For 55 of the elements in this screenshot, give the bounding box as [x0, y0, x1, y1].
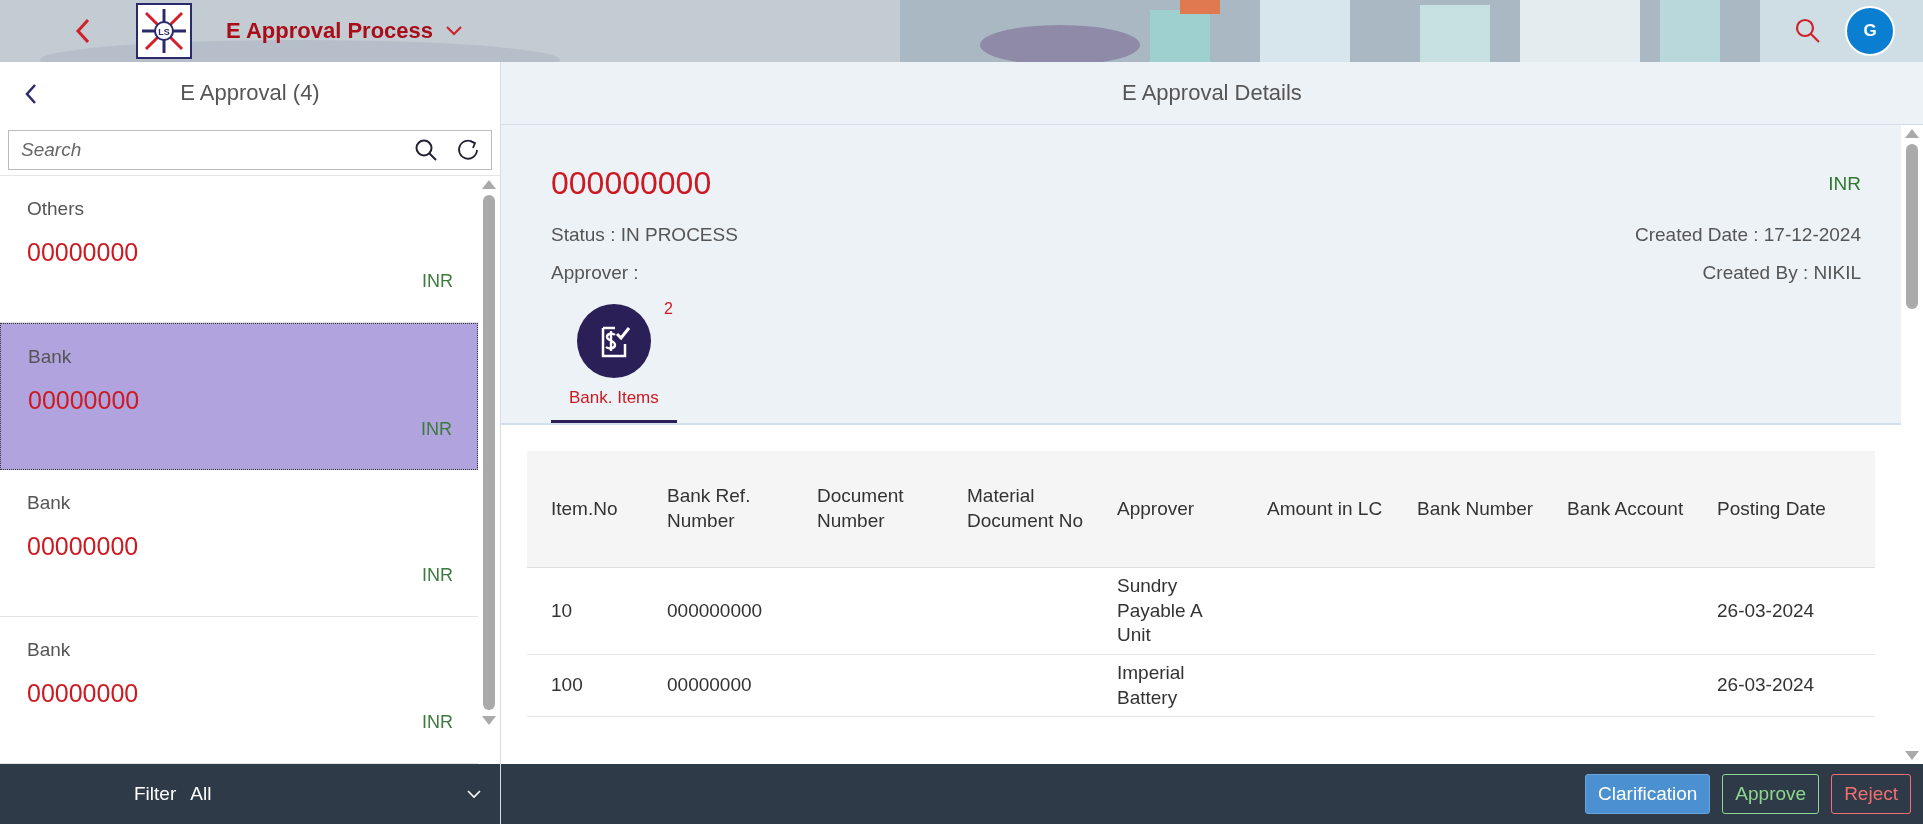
table-cell: 26-03-2024: [1717, 674, 1815, 696]
column-header: Posting Date: [1717, 497, 1826, 519]
column-header: Approver: [1117, 497, 1195, 519]
column-header: Bank Ref. Number: [667, 485, 751, 531]
logo-icon: LS: [136, 3, 192, 59]
created-date: Created Date : 17-12-2024: [1634, 224, 1861, 246]
table-cell: 10: [551, 599, 573, 621]
column-header: Material Document No: [967, 485, 1084, 531]
items-tab[interactable]: 2 Bank. Items: [551, 304, 677, 423]
item-category: Bank: [28, 346, 73, 368]
table-cell: 26-03-2024: [1717, 599, 1815, 621]
item-category: Others: [27, 198, 86, 220]
receipt-check-icon: [576, 304, 651, 378]
app-title-menu[interactable]: E Approval Process: [222, 14, 468, 48]
caret-icon: [445, 25, 464, 37]
list-title: E Approval (4): [180, 80, 320, 106]
search-icon[interactable]: [414, 138, 438, 162]
detail-title: E Approval Details: [1122, 80, 1302, 106]
currency: INR: [1828, 172, 1861, 195]
action-button[interactable]: Approve: [1722, 774, 1820, 814]
column-header: Item.No: [551, 497, 618, 519]
list-item[interactable]: Bank 00000000 INR: [0, 323, 478, 470]
column-header: Bank Account: [1567, 497, 1684, 519]
table-cell: Imperial Battery: [1117, 662, 1185, 708]
status-text: Status : IN PROCESS: [551, 224, 738, 246]
back-icon: [24, 82, 38, 106]
item-currency: INR: [422, 565, 453, 586]
filter-dropdown[interactable]: All: [190, 779, 482, 809]
item-currency: INR: [421, 419, 452, 440]
column-header: Amount in LC: [1267, 497, 1383, 519]
table-cell: Sundry Payable A Unit: [1117, 575, 1202, 646]
item-currency: INR: [422, 712, 453, 733]
item-amount: 00000000: [27, 679, 140, 708]
created-by: Created By : NIKIL: [1702, 262, 1861, 284]
list-item[interactable]: Bank 00000000 INR: [0, 470, 478, 617]
item-category: Bank: [27, 492, 72, 514]
back-icon: [74, 17, 92, 45]
action-button[interactable]: Reject: [1831, 774, 1911, 814]
action-button[interactable]: Clarification: [1585, 774, 1711, 814]
refresh-icon[interactable]: [456, 138, 480, 162]
column-header: Document Number: [817, 485, 904, 531]
item-amount: 00000000: [28, 386, 141, 415]
item-amount: 00000000: [27, 532, 140, 561]
document-number: 000000000: [551, 165, 712, 202]
column-header: Bank Number: [1417, 497, 1534, 519]
table-cell: 000000000: [667, 599, 763, 621]
item-amount: 00000000: [27, 238, 140, 267]
item-currency: INR: [422, 271, 453, 292]
table-cell: 00000000: [667, 674, 752, 696]
table-cell: 100: [551, 674, 583, 696]
search-field[interactable]: Search: [8, 130, 492, 170]
filter-label: Filter: [134, 783, 177, 805]
caret-icon: [466, 789, 482, 799]
item-category: Bank: [27, 639, 72, 661]
approver-label: Approver :: [551, 262, 639, 284]
